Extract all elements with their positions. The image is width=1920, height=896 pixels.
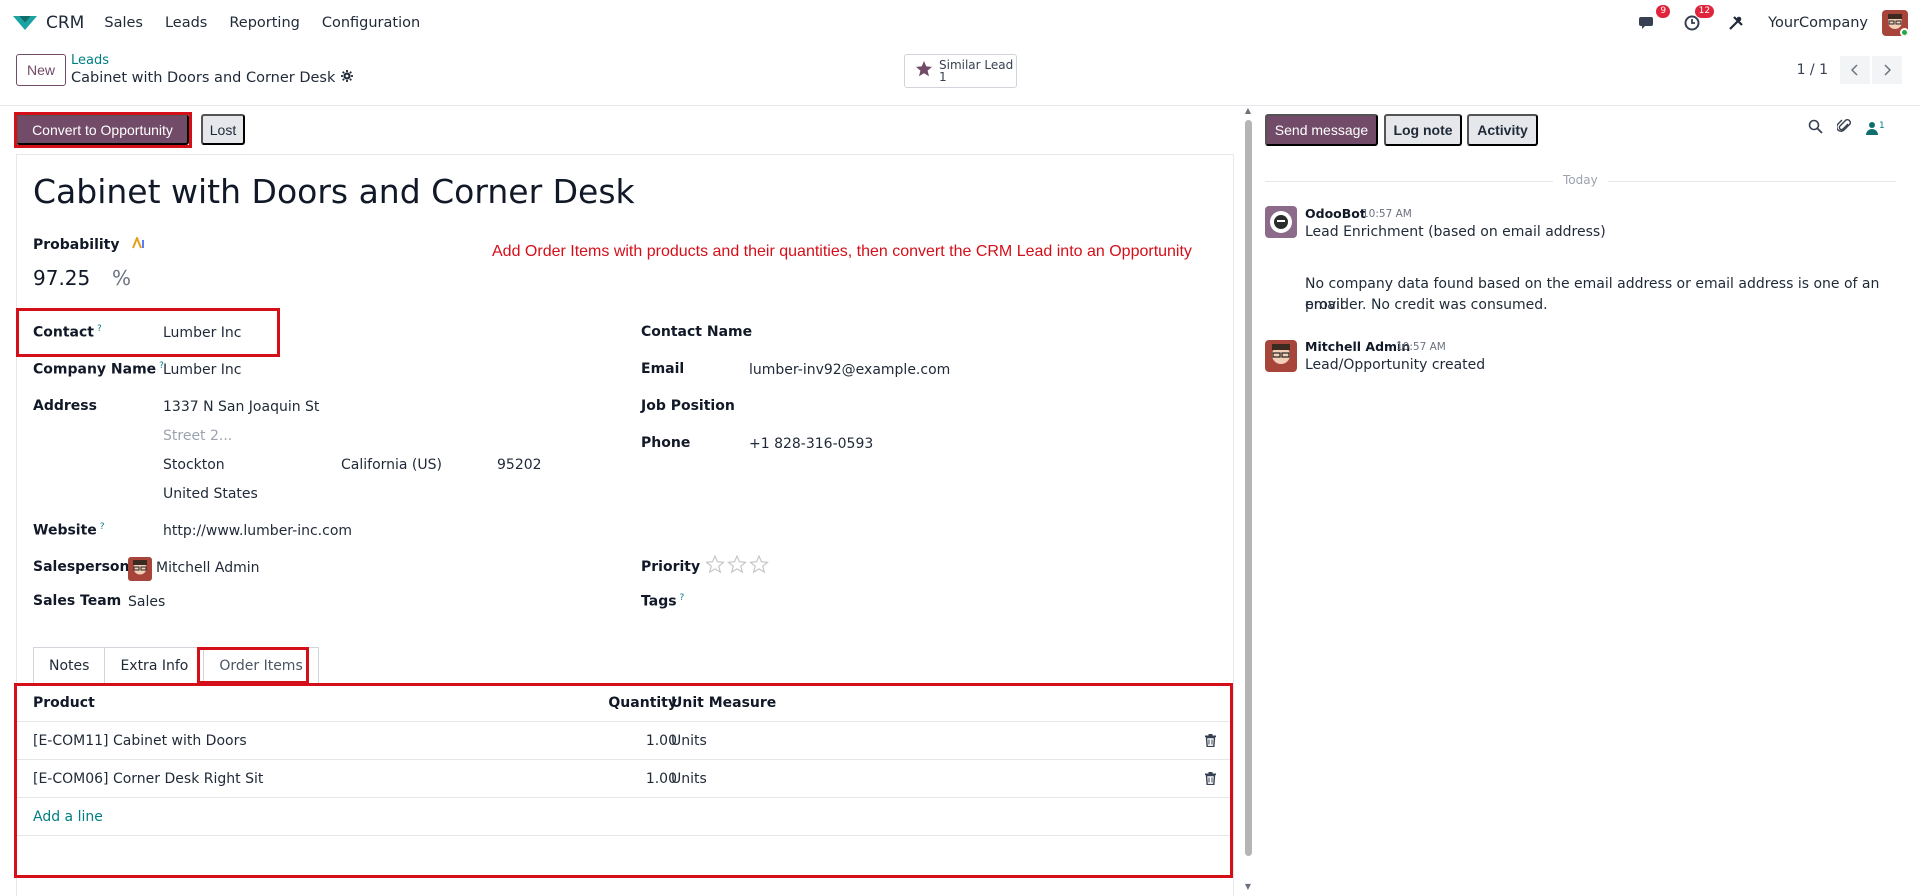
message-body-line: Lead Enrichment (based on email address) <box>1305 224 1606 240</box>
message-body-line: provider. No credit was consumed. <box>1305 297 1548 313</box>
priority-label: Priority <box>641 559 701 575</box>
activity-button[interactable]: Activity <box>1467 114 1538 146</box>
form-scrollbar[interactable]: ▲ ▼ <box>1243 106 1253 896</box>
tab-extra-info[interactable]: Extra Info <box>104 647 205 683</box>
message-author[interactable]: OdooBot <box>1305 206 1366 221</box>
phone-field[interactable]: +1 828-316-0593 <box>749 436 873 452</box>
zip-field[interactable]: 95202 <box>497 457 542 473</box>
activities-badge: 12 <box>1694 5 1715 18</box>
new-button[interactable]: New <box>16 54 66 86</box>
breadcrumb-current: Cabinet with Doors and Corner Desk <box>71 70 354 86</box>
record-title: Cabinet with Doors and Corner Desk <box>71 70 336 86</box>
paperclip-icon[interactable] <box>1836 118 1852 138</box>
instruction-annotation: Add Order Items with products and their … <box>492 243 1192 260</box>
job-position-label: Job Position <box>641 398 735 414</box>
chatter-tools: 1 <box>1808 118 1885 138</box>
mitchell-admin-avatar[interactable] <box>1265 340 1297 372</box>
message-body-line: Lead/Opportunity created <box>1305 357 1486 373</box>
scroll-up-arrow-icon[interactable]: ▲ <box>1243 106 1253 116</box>
highlight-contact-field <box>16 308 280 357</box>
top-navbar: CRM Sales Leads Reporting Configuration … <box>0 0 1920 46</box>
lead-title-field[interactable]: Cabinet with Doors and Corner Desk <box>33 172 635 211</box>
debug-tools-icon[interactable] <box>1724 11 1748 35</box>
similar-lead-button[interactable]: Similar Lead 1 <box>904 54 1017 88</box>
sales-team-field[interactable]: Sales <box>128 594 165 610</box>
website-field[interactable]: http://www.lumber-inc.com <box>163 523 352 539</box>
tab-notes[interactable]: Notes <box>33 647 106 683</box>
city-field[interactable]: Stockton <box>163 457 225 473</box>
company-name-label: Company Name? <box>33 361 164 378</box>
pager-next-button[interactable] <box>1872 56 1902 84</box>
street-field[interactable]: 1337 N San Joaquin St <box>163 399 319 415</box>
online-status-dot <box>1900 28 1908 36</box>
message-time: 10:57 AM <box>1396 341 1446 353</box>
highlight-convert-button <box>14 112 192 148</box>
tags-label: Tags? <box>641 593 685 610</box>
website-help-icon[interactable]: ? <box>100 522 105 532</box>
country-field[interactable]: United States <box>163 486 258 502</box>
crm-logo-icon[interactable] <box>12 12 40 34</box>
menu-configuration[interactable]: Configuration <box>322 15 420 31</box>
probability-label: Probability <box>33 235 146 253</box>
scrollbar-thumb[interactable] <box>1245 120 1252 856</box>
app-name[interactable]: CRM <box>46 13 84 33</box>
chevron-right-icon <box>1884 64 1891 76</box>
street2-field[interactable]: Street 2... <box>163 428 232 444</box>
message-time: 10:57 AM <box>1362 208 1412 220</box>
email-label: Email <box>641 361 685 377</box>
state-field[interactable]: California (US) <box>341 457 442 473</box>
navbar-systray: 9 12 YourCompany <box>1636 0 1908 46</box>
highlight-order-items-tab <box>197 647 309 684</box>
probability-unit: % <box>112 266 132 290</box>
breadcrumb-leads[interactable]: Leads <box>71 53 109 68</box>
menu-sales[interactable]: Sales <box>104 15 143 31</box>
phone-label: Phone <box>641 435 691 451</box>
search-icon[interactable] <box>1808 119 1823 138</box>
salesperson-avatar <box>128 557 152 581</box>
followers-count: 1 <box>1879 121 1885 131</box>
log-note-button[interactable]: Log note <box>1384 114 1462 146</box>
probability-value[interactable]: 97.25 <box>33 266 90 290</box>
priority-star-1-icon[interactable] <box>705 555 725 574</box>
sales-team-label: Sales Team <box>33 593 122 609</box>
company-switcher[interactable]: YourCompany <box>1768 15 1868 31</box>
tags-help-icon[interactable]: ? <box>680 593 685 603</box>
highlight-order-items-table <box>14 683 1233 878</box>
today-label: Today <box>1553 173 1608 187</box>
activities-clock-icon[interactable]: 12 <box>1680 5 1715 35</box>
user-icon <box>1866 122 1878 135</box>
salesperson-label: Salesperson <box>33 559 130 575</box>
contact-name-label: Contact Name <box>641 324 753 340</box>
followers-button[interactable]: 1 <box>1866 121 1885 135</box>
messages-icon[interactable]: 9 <box>1636 5 1671 35</box>
pager-value[interactable]: 1 / 1 <box>1797 62 1828 78</box>
priority-star-3-icon[interactable] <box>749 555 769 574</box>
pager-previous-button[interactable] <box>1840 56 1870 84</box>
chevron-left-icon <box>1851 64 1858 76</box>
lost-button[interactable]: Lost <box>201 114 245 145</box>
menu-leads[interactable]: Leads <box>165 15 207 31</box>
message-author[interactable]: Mitchell Admin <box>1305 339 1410 354</box>
star-icon <box>915 60 933 82</box>
similar-lead-count: 1 <box>939 70 947 84</box>
priority-star-2-icon[interactable] <box>727 555 747 574</box>
user-avatar[interactable] <box>1882 10 1908 36</box>
menu-reporting[interactable]: Reporting <box>229 15 300 31</box>
similar-lead-label: Similar Lead <box>939 58 1014 72</box>
control-panel: New Leads Cabinet with Doors and Corner … <box>0 46 1920 106</box>
email-field[interactable]: lumber-inv92@example.com <box>749 362 950 378</box>
messages-badge: 9 <box>1656 5 1671 18</box>
priority-stars <box>705 555 769 574</box>
address-label: Address <box>33 398 97 414</box>
gear-icon[interactable] <box>341 70 354 86</box>
scroll-down-arrow-icon[interactable]: ▼ <box>1243 882 1253 892</box>
odoobot-avatar[interactable] <box>1265 206 1297 238</box>
website-label: Website? <box>33 522 105 539</box>
salesperson-field[interactable]: Mitchell Admin <box>156 560 260 576</box>
ai-probability-icon[interactable] <box>132 235 146 253</box>
pager: 1 / 1 <box>1797 56 1902 84</box>
company-name-field[interactable]: Lumber Inc <box>163 362 241 378</box>
send-message-button[interactable]: Send message <box>1265 114 1378 146</box>
